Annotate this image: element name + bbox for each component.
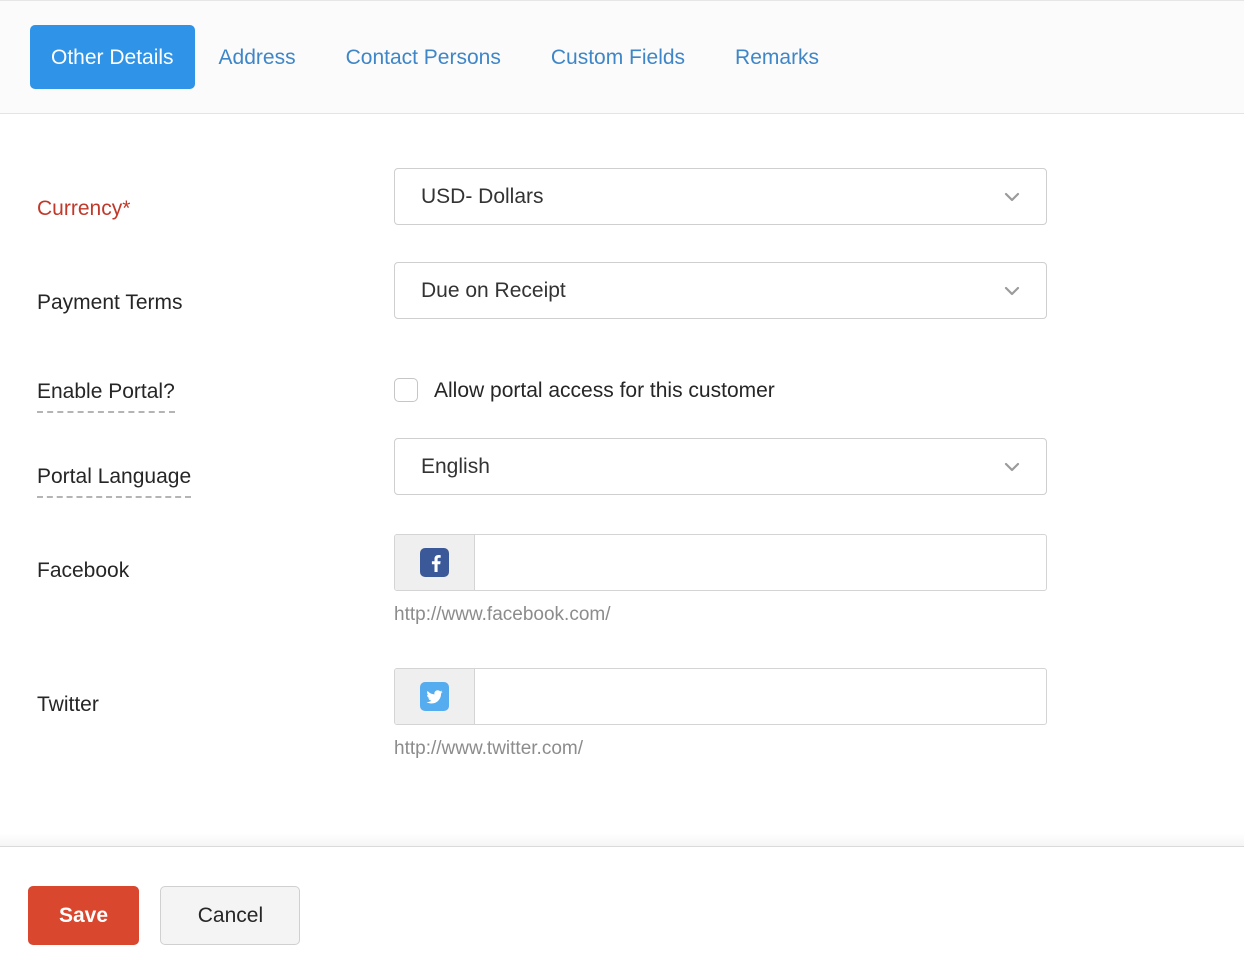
- twitter-addon: [395, 669, 475, 724]
- payment-terms-value: Due on Receipt: [421, 280, 1002, 301]
- enable-portal-checkbox-label: Allow portal access for this customer: [434, 380, 775, 401]
- currency-select[interactable]: USD- Dollars: [394, 168, 1047, 225]
- chevron-down-icon: [1002, 187, 1022, 207]
- facebook-hint: http://www.facebook.com/: [394, 605, 1047, 624]
- facebook-addon: [395, 535, 475, 590]
- portal-language-label: Portal Language: [37, 466, 191, 498]
- twitter-input-group: [394, 668, 1047, 725]
- save-button[interactable]: Save: [28, 886, 139, 945]
- twitter-hint: http://www.twitter.com/: [394, 739, 1047, 758]
- twitter-icon: [420, 682, 449, 711]
- chevron-down-icon: [1002, 457, 1022, 477]
- tab-contact-persons[interactable]: Contact Persons: [332, 47, 515, 68]
- currency-label: Currency*: [37, 198, 130, 219]
- payment-terms-label: Payment Terms: [37, 292, 183, 313]
- form-footer: Save Cancel: [0, 846, 1244, 966]
- twitter-input[interactable]: [475, 669, 1046, 724]
- enable-portal-label: Enable Portal?: [37, 381, 175, 413]
- tab-custom-fields[interactable]: Custom Fields: [537, 47, 699, 68]
- portal-language-value: English: [421, 456, 1002, 477]
- facebook-input[interactable]: [475, 535, 1046, 590]
- twitter-control: http://www.twitter.com/: [394, 668, 1047, 758]
- cancel-button[interactable]: Cancel: [160, 886, 300, 945]
- payment-terms-select[interactable]: Due on Receipt: [394, 262, 1047, 319]
- portal-language-control: English: [394, 438, 1047, 495]
- portal-language-select[interactable]: English: [394, 438, 1047, 495]
- currency-value: USD- Dollars: [421, 186, 1002, 207]
- facebook-icon: [420, 548, 449, 577]
- tab-other-details[interactable]: Other Details: [30, 25, 195, 89]
- enable-portal-checkbox[interactable]: [394, 378, 418, 402]
- other-details-form: Currency* USD- Dollars Payment Terms Due…: [0, 114, 1244, 846]
- tab-bar: Other Details Address Contact Persons Cu…: [0, 0, 1244, 114]
- currency-control: USD- Dollars: [394, 168, 1047, 225]
- tab-other-details-label: Other Details: [51, 47, 174, 68]
- enable-portal-control: Allow portal access for this customer: [394, 378, 775, 402]
- payment-terms-control: Due on Receipt: [394, 262, 1047, 319]
- facebook-label: Facebook: [37, 560, 129, 581]
- tab-remarks[interactable]: Remarks: [721, 47, 833, 68]
- facebook-control: http://www.facebook.com/: [394, 534, 1047, 624]
- twitter-label: Twitter: [37, 694, 99, 715]
- facebook-input-group: [394, 534, 1047, 591]
- chevron-down-icon: [1002, 281, 1022, 301]
- tab-address[interactable]: Address: [205, 47, 310, 68]
